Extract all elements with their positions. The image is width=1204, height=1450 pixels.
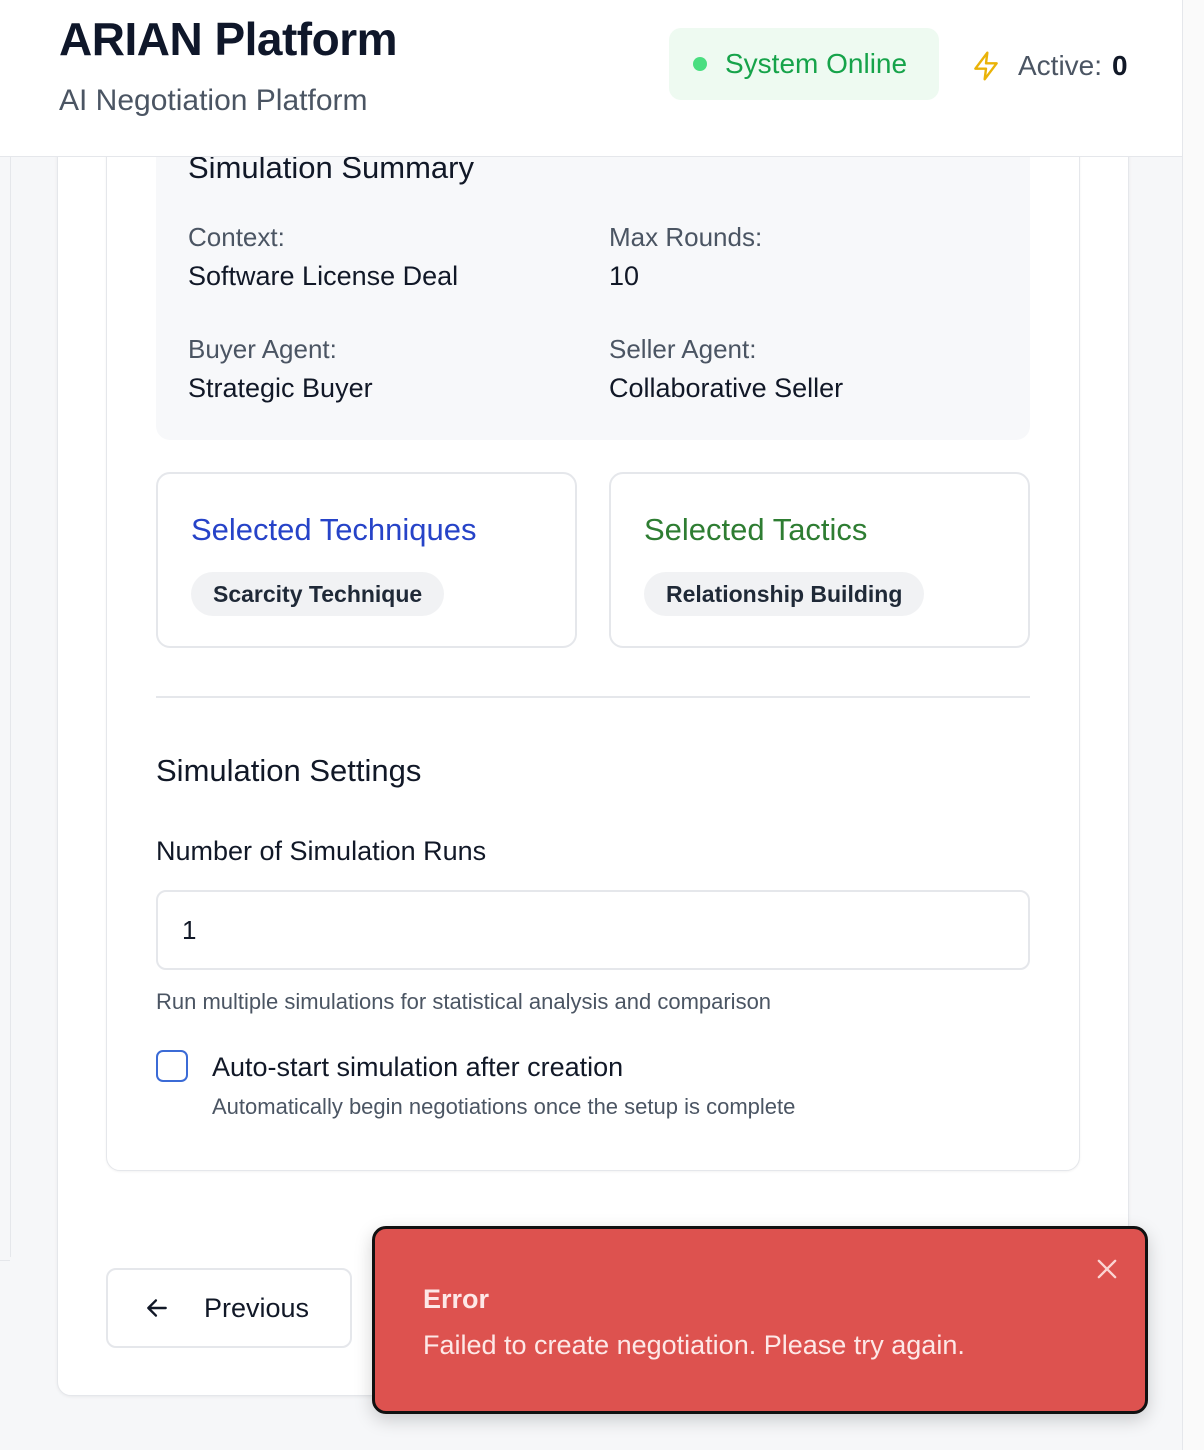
active-count: 0 (1112, 50, 1128, 81)
auto-start-checkbox[interactable] (156, 1050, 188, 1082)
simulation-settings-title: Simulation Settings (156, 753, 422, 788)
max-rounds-value: 10 (609, 261, 640, 291)
app-title: ARIAN Platform (59, 13, 398, 65)
seller-agent-label: Seller Agent: (609, 334, 757, 364)
status-dot-icon (693, 57, 707, 71)
simulation-runs-input[interactable] (156, 890, 1030, 970)
auto-start-label[interactable]: Auto-start simulation after creation (212, 1052, 623, 1083)
active-label: Active: (1018, 50, 1103, 81)
app-header: ARIAN Platform AI Negotiation Platform S… (0, 0, 1182, 157)
app-subtitle: AI Negotiation Platform (59, 84, 368, 117)
selected-tactics-title: Selected Tactics (644, 512, 868, 547)
error-toast: Error Failed to create negotiation. Plea… (372, 1226, 1148, 1414)
left-panel-border (10, 157, 11, 1257)
error-toast-message: Failed to create negotiation. Please try… (423, 1330, 965, 1360)
seller-agent-value: Collaborative Seller (609, 373, 844, 403)
context-label: Context: (188, 222, 285, 252)
close-icon[interactable] (1093, 1255, 1121, 1283)
arrow-left-icon (147, 1299, 167, 1317)
buyer-agent-label: Buyer Agent: (188, 334, 337, 364)
active-counter: Active: 0 (970, 44, 1128, 88)
auto-start-help: Automatically begin negotiations once th… (212, 1094, 796, 1119)
tactic-chip: Relationship Building (644, 572, 925, 616)
selected-tactics-card: Selected Tactics Relationship Building (609, 472, 1030, 648)
selected-techniques-card: Selected Techniques Scarcity Technique (156, 472, 577, 648)
context-value: Software License Deal (188, 261, 459, 291)
technique-chip: Scarcity Technique (191, 572, 445, 616)
previous-button[interactable]: Previous (106, 1268, 352, 1348)
max-rounds-label: Max Rounds: (609, 222, 763, 252)
selected-techniques-title: Selected Techniques (191, 512, 477, 547)
system-status-badge: System Online (669, 28, 939, 100)
buyer-agent-value: Strategic Buyer (188, 373, 373, 403)
error-toast-title: Error (423, 1284, 490, 1314)
simulation-runs-label: Number of Simulation Runs (156, 836, 487, 866)
previous-label: Previous (204, 1292, 310, 1323)
scrollbar-track[interactable] (1182, 0, 1204, 1450)
left-panel-divider (0, 1260, 10, 1261)
lightning-icon (974, 51, 998, 81)
system-status-text: System Online (725, 48, 908, 79)
section-divider (156, 696, 1030, 698)
simulation-runs-help: Run multiple simulations for statistical… (156, 989, 772, 1014)
